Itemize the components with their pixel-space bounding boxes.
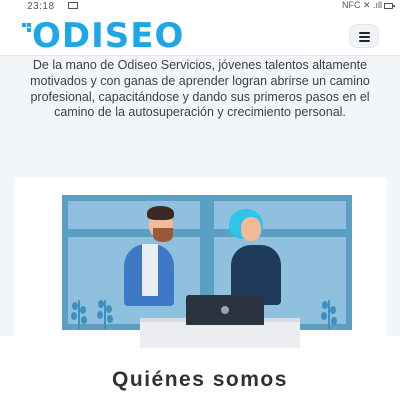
menu-button[interactable] xyxy=(349,24,379,48)
plant-icon xyxy=(320,298,338,330)
logo-text: ODISEO xyxy=(32,16,185,56)
mail-icon xyxy=(68,2,78,9)
site-header: ODISEO xyxy=(0,14,400,56)
hamburger-menu-icon xyxy=(359,32,370,34)
hero-section: De la mano de Odiseo Servicios, jóvenes … xyxy=(0,56,400,354)
status-bar: 23:18 NFC ✕ .ıll xyxy=(0,0,400,14)
hero-description: De la mano de Odiseo Servicios, jóvenes … xyxy=(30,58,370,120)
man-illustration xyxy=(120,204,190,322)
status-indicators: NFC ✕ .ıll xyxy=(341,0,382,10)
plant-icon xyxy=(96,298,114,330)
battery-icon xyxy=(384,3,395,9)
status-time: 23:18 xyxy=(27,1,55,12)
section-title: Quiénes somos xyxy=(112,368,288,391)
hero-illustration xyxy=(14,177,387,354)
laptop-icon xyxy=(186,295,264,325)
plant-icon xyxy=(70,298,88,330)
